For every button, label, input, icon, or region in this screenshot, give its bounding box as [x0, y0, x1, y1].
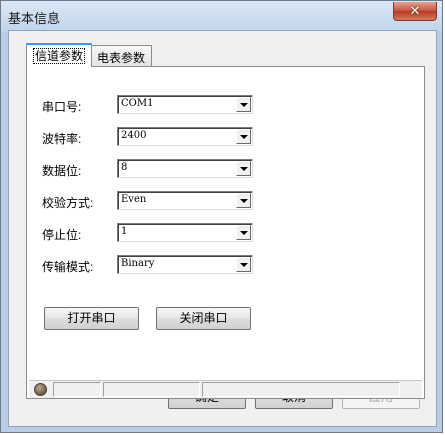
field-row-data-bits: 数据位: 8 [42, 159, 422, 179]
status-bar [29, 380, 422, 398]
transfer-mode-select[interactable]: Binary [117, 255, 253, 274]
stop-bits-select[interactable]: 1 [117, 223, 253, 242]
tab-label: 电表参数 [97, 51, 146, 65]
field-row-parity: 校验方式: Even [42, 191, 422, 211]
serial-port-select[interactable]: COM1 [117, 95, 253, 114]
baud-rate-value: 2400 [121, 130, 147, 141]
status-pane-3 [202, 382, 400, 397]
tab-meter-params[interactable]: 电表参数 [90, 45, 153, 66]
status-pane-2 [103, 382, 200, 397]
status-pane-1 [53, 382, 101, 397]
close-icon: ✕ [409, 3, 421, 18]
stop-bits-label: 停止位: [42, 228, 82, 242]
field-row-serial-port: 串口号: COM1 [42, 95, 422, 115]
transfer-mode-value: Binary [121, 258, 155, 269]
serial-port-value: COM1 [121, 98, 154, 109]
field-row-stop-bits: 停止位: 1 [42, 223, 422, 243]
tab-label: 信道参数 [33, 48, 86, 64]
parity-value: Even [121, 194, 147, 205]
parity-select[interactable]: Even [117, 191, 253, 210]
close-button[interactable]: ✕ [393, 2, 437, 21]
transfer-mode-label: 传输模式: [42, 260, 94, 274]
dialog-window: 基本信息 ✕ 信道参数 电表参数 串口号: COM1 波特率: 2400 数据位… [0, 0, 443, 433]
serial-port-label: 串口号: [42, 100, 82, 114]
tab-active-indicator [27, 43, 92, 45]
dialog-client-area: 信道参数 电表参数 串口号: COM1 波特率: 2400 数据位: 8 校验方… [8, 30, 437, 427]
connection-status-light-icon [34, 383, 47, 396]
field-row-baud-rate: 波特率: 2400 [42, 127, 422, 147]
field-row-transfer-mode: 传输模式: Binary [42, 255, 422, 275]
window-title: 基本信息 [8, 11, 61, 26]
title-bar[interactable]: 基本信息 ✕ [1, 1, 442, 31]
dropdown-arrow-icon[interactable] [236, 97, 251, 112]
tab-channel-params[interactable]: 信道参数 [26, 43, 93, 67]
baud-rate-select[interactable]: 2400 [117, 127, 253, 146]
data-bits-value: 8 [121, 162, 128, 173]
data-bits-select[interactable]: 8 [117, 159, 253, 178]
close-port-button[interactable]: 关闭串口 [156, 307, 251, 330]
dropdown-arrow-icon[interactable] [236, 129, 251, 144]
dropdown-arrow-icon[interactable] [236, 193, 251, 208]
data-bits-label: 数据位: [42, 164, 82, 178]
open-port-button[interactable]: 打开串口 [44, 307, 139, 330]
dropdown-arrow-icon[interactable] [236, 257, 251, 272]
parity-label: 校验方式: [42, 196, 94, 210]
baud-rate-label: 波特率: [42, 132, 82, 146]
dropdown-arrow-icon[interactable] [236, 161, 251, 176]
tab-page-channel-params: 串口号: COM1 波特率: 2400 数据位: 8 校验方式: Even 停止… [26, 66, 425, 399]
stop-bits-value: 1 [121, 226, 128, 237]
dropdown-arrow-icon[interactable] [236, 225, 251, 240]
